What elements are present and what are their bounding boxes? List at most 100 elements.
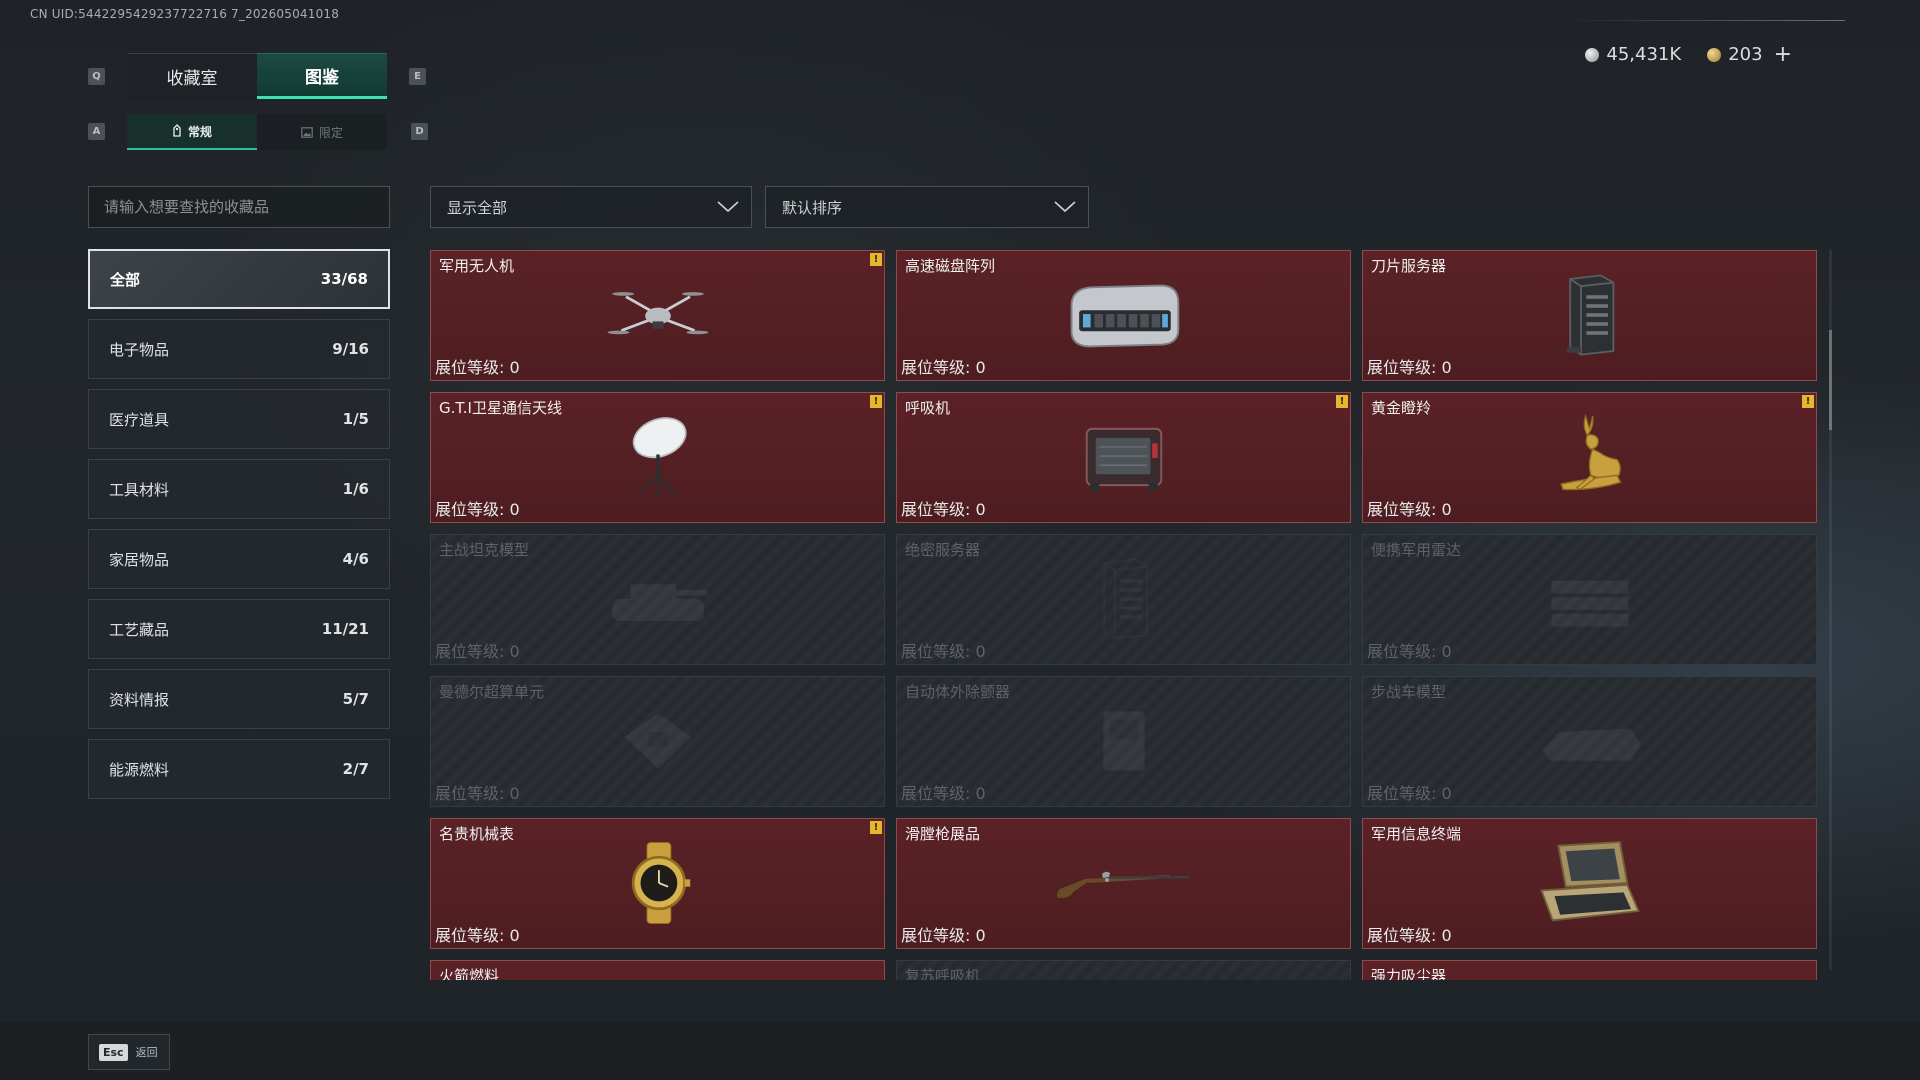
tab-catalog[interactable]: 图鉴 (257, 53, 387, 99)
item-card[interactable]: 强力吸尘器展位等级: 0 (1362, 960, 1817, 980)
add-currency-button[interactable]: + (1774, 42, 1792, 67)
category-count: 11/21 (321, 620, 369, 638)
new-item-badge: ! (870, 821, 882, 834)
item-name: 高速磁盘阵列 (905, 257, 996, 275)
new-item-badge: ! (1336, 395, 1348, 408)
item-level: 展位等级: 0 (901, 642, 986, 661)
category-name: 资料情报 (109, 690, 170, 709)
scrollbar-thumb[interactable] (1829, 330, 1832, 430)
item-card[interactable]: 复苏呼吸机展位等级: 0 (896, 960, 1351, 980)
tab-collection-room[interactable]: 收藏室 (127, 53, 257, 99)
item-name: 自动体外除颤器 (905, 683, 1011, 701)
search-input[interactable] (88, 186, 390, 228)
category-energy[interactable]: 能源燃料 2/7 (88, 739, 390, 799)
item-card[interactable]: 军用无人机 展位等级: 0! (430, 250, 885, 381)
new-item-badge: ! (870, 253, 882, 266)
item-name: G.T.I卫星通信天线 (439, 399, 562, 417)
item-card[interactable]: 黄金瞪羚 展位等级: 0! (1362, 392, 1817, 523)
satellite-dish-icon (588, 407, 728, 507)
item-level: 展位等级: 0 (435, 926, 520, 945)
category-count: 2/7 (342, 760, 369, 778)
key-a-hint[interactable]: A (88, 123, 105, 140)
item-name: 黄金瞪羚 (1371, 399, 1432, 417)
filter-dropdown-label: 显示全部 (447, 198, 508, 217)
computer-unit-icon (588, 691, 728, 791)
item-card[interactable]: 刀片服务器 展位等级: 0 (1362, 250, 1817, 381)
item-card[interactable]: 绝密服务器展位等级: 0 (896, 534, 1351, 665)
category-household[interactable]: 家居物品 4/6 (88, 529, 390, 589)
category-list: 全部 33/68 电子物品 9/16 医疗道具 1/5 工具材料 1/6 家居物品 4/6… (88, 249, 390, 809)
item-card[interactable]: 名贵机械表 展位等级: 0! (430, 818, 885, 949)
currency-silver: 45,431K (1585, 44, 1681, 65)
terminal-icon (1520, 833, 1660, 933)
gazelle-icon (1520, 407, 1660, 507)
subtab-limited[interactable]: 限定 (257, 114, 387, 150)
ventilator-icon (1054, 407, 1194, 507)
item-card[interactable]: 步战车模型 展位等级: 0 (1362, 676, 1817, 807)
item-name: 火箭燃料 (439, 967, 500, 980)
sort-dropdown-label: 默认排序 (782, 198, 843, 217)
item-name: 强力吸尘器 (1371, 967, 1447, 980)
esc-key: Esc (99, 1043, 128, 1061)
item-name: 刀片服务器 (1371, 257, 1447, 275)
item-level: 展位等级: 0 (901, 358, 986, 377)
subtab-regular[interactable]: 常规 (127, 114, 257, 150)
sub-tabs: 常规 限定 (127, 114, 387, 150)
item-level: 展位等级: 0 (1367, 642, 1452, 661)
item-name: 滑膛枪展品 (905, 825, 981, 843)
item-grid-viewport: 军用无人机 展位等级: 0! 高速磁盘阵列 展位等级: 0 刀片服务器 展位等级: 0 G.… (430, 250, 1820, 980)
currency-gold: 203 + (1707, 42, 1792, 67)
chevron-down-icon (717, 201, 739, 213)
main-tabs: 收藏室 图鉴 (127, 53, 387, 99)
subtab-regular-label: 常规 (187, 124, 212, 139)
item-grid: 军用无人机 展位等级: 0! 高速磁盘阵列 展位等级: 0 刀片服务器 展位等级: 0 G.… (430, 250, 1820, 980)
item-name: 步战车模型 (1371, 683, 1447, 701)
item-card[interactable]: 呼吸机 展位等级: 0! (896, 392, 1351, 523)
back-label: 返回 (135, 1046, 158, 1059)
silver-coin-icon (1585, 47, 1600, 62)
item-level: 展位等级: 0 (435, 500, 520, 519)
item-card[interactable]: 主战坦克模型 展位等级: 0 (430, 534, 885, 665)
gold-amount: 203 (1728, 44, 1763, 65)
item-level: 展位等级: 0 (901, 926, 986, 945)
key-q-hint[interactable]: Q (88, 68, 105, 85)
key-e-hint[interactable]: E (409, 68, 426, 85)
category-name: 全部 (110, 270, 141, 289)
category-medical[interactable]: 医疗道具 1/5 (88, 389, 390, 449)
item-card[interactable]: 滑膛枪展品展位等级: 0 (896, 818, 1351, 949)
category-count: 9/16 (332, 340, 369, 358)
category-count: 1/6 (342, 480, 369, 498)
category-name: 家居物品 (109, 550, 170, 569)
ifv-icon (1520, 691, 1660, 791)
item-card[interactable]: 便携军用雷达 展位等级: 0 (1362, 534, 1817, 665)
category-electronics[interactable]: 电子物品 9/16 (88, 319, 390, 379)
category-all[interactable]: 全部 33/68 (88, 249, 390, 309)
item-level: 展位等级: 0 (901, 784, 986, 803)
category-name: 能源燃料 (109, 760, 170, 779)
item-card[interactable]: 高速磁盘阵列展位等级: 0 (896, 250, 1351, 381)
item-level: 展位等级: 0 (435, 642, 520, 661)
bottom-bar (0, 1022, 1920, 1080)
defibrillator-icon (1054, 691, 1194, 791)
item-name: 军用信息终端 (1371, 825, 1462, 843)
image-icon (301, 126, 313, 138)
server-icon (1054, 549, 1194, 649)
filter-dropdown[interactable]: 显示全部 (430, 186, 752, 228)
category-crafts[interactable]: 工艺藏品 11/21 (88, 599, 390, 659)
grid-scrollbar[interactable] (1829, 250, 1832, 970)
back-button[interactable]: Esc 返回 (88, 1034, 170, 1070)
item-level: 展位等级: 0 (1367, 500, 1452, 519)
subtab-limited-label: 限定 (318, 125, 343, 140)
item-card[interactable]: 自动体外除颤器展位等级: 0 (896, 676, 1351, 807)
disk-array-icon (1054, 265, 1194, 365)
item-card[interactable]: 曼德尔超算单元 展位等级: 0 (430, 676, 885, 807)
item-name: 绝密服务器 (905, 541, 981, 559)
sort-dropdown[interactable]: 默认排序 (765, 186, 1089, 228)
item-level: 展位等级: 0 (435, 784, 520, 803)
item-card[interactable]: 军用信息终端 展位等级: 0 (1362, 818, 1817, 949)
category-intel[interactable]: 资料情报 5/7 (88, 669, 390, 729)
category-tools[interactable]: 工具材料 1/6 (88, 459, 390, 519)
key-d-hint[interactable]: D (411, 123, 428, 140)
item-card[interactable]: G.T.I卫星通信天线 展位等级: 0! (430, 392, 885, 523)
item-card[interactable]: 火箭燃料展位等级: 0 (430, 960, 885, 980)
